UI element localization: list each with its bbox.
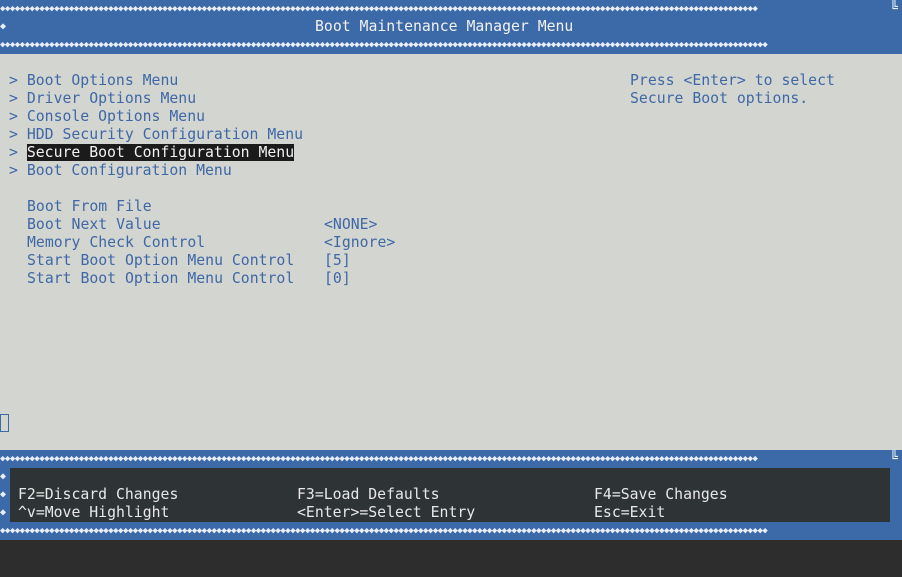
key-hint-esc: Esc=Exit xyxy=(594,504,666,521)
option-boot-from-file[interactable]: Boot From File xyxy=(27,198,152,216)
menu-item-hdd-security[interactable]: > HDD Security Configuration Menu xyxy=(9,126,303,144)
footer-left-diamond-1: ◆ xyxy=(0,471,7,482)
page-title: Boot Maintenance Manager Menu xyxy=(315,18,574,35)
menu-item-console-options[interactable]: > Console Options Menu xyxy=(9,108,205,126)
menu-item-secure-boot[interactable]: > Secure Boot Configuration Menu xyxy=(9,144,295,162)
footer-left-diamond-2: ◆ xyxy=(0,489,7,500)
option-memory-check-label[interactable]: Memory Check Control xyxy=(27,234,205,252)
key-hint-f3: F3=Load Defaults xyxy=(297,486,440,503)
footer-bottom-border: ◆◆◆◆◆◆◆◆◆◆◆◆◆◆◆◆◆◆◆◆◆◆◆◆◆◆◆◆◆◆◆◆◆◆◆◆◆◆◆◆… xyxy=(0,526,768,536)
footer-corner-glyph: ╚ xyxy=(890,451,898,466)
option-memory-check-value[interactable]: <Ignore> xyxy=(324,234,395,252)
option-start-boot-menu-1-label[interactable]: Start Boot Option Menu Control xyxy=(27,252,294,270)
menu-item-driver-options[interactable]: > Driver Options Menu xyxy=(9,90,196,108)
top-border: ◆◆◆◆◆◆◆◆◆◆◆◆◆◆◆◆◆◆◆◆◆◆◆◆◆◆◆◆◆◆◆◆◆◆◆◆◆◆◆◆… xyxy=(0,4,758,14)
text-cursor xyxy=(0,414,9,432)
menu-item-boot-options[interactable]: > Boot Options Menu xyxy=(9,72,178,90)
menu-item-boot-configuration[interactable]: > Boot Configuration Menu xyxy=(9,162,232,180)
footer-left-diamond-3: ◆ xyxy=(0,507,7,518)
left-diamond: ◆ xyxy=(0,21,7,32)
key-hint-f4: F4=Save Changes xyxy=(594,486,728,503)
key-hint-move: ^v=Move Highlight xyxy=(18,504,170,521)
key-hint-enter: <Enter>=Select Entry xyxy=(297,504,476,521)
option-start-boot-menu-1-value[interactable]: [5] xyxy=(324,252,351,270)
option-boot-next-label[interactable]: Boot Next Value xyxy=(27,216,161,234)
option-boot-next-value[interactable]: <NONE> xyxy=(324,216,377,234)
title-bottom-border: ◆◆◆◆◆◆◆◆◆◆◆◆◆◆◆◆◆◆◆◆◆◆◆◆◆◆◆◆◆◆◆◆◆◆◆◆◆◆◆◆… xyxy=(0,40,768,50)
key-hint-f2: F2=Discard Changes xyxy=(18,486,179,503)
footer-right-bar xyxy=(890,468,902,522)
help-line-1: Press <Enter> to select xyxy=(630,72,835,89)
selected-highlight[interactable]: Secure Boot Configuration Menu xyxy=(26,144,295,161)
option-start-boot-menu-2-label[interactable]: Start Boot Option Menu Control xyxy=(27,270,294,288)
corner-glyph: ╚ xyxy=(890,1,898,16)
footer-top-border: ◆◆◆◆◆◆◆◆◆◆◆◆◆◆◆◆◆◆◆◆◆◆◆◆◆◆◆◆◆◆◆◆◆◆◆◆◆◆◆◆… xyxy=(0,454,758,464)
help-line-2: Secure Boot options. xyxy=(630,90,809,107)
option-start-boot-menu-2-value[interactable]: [0] xyxy=(324,270,351,288)
